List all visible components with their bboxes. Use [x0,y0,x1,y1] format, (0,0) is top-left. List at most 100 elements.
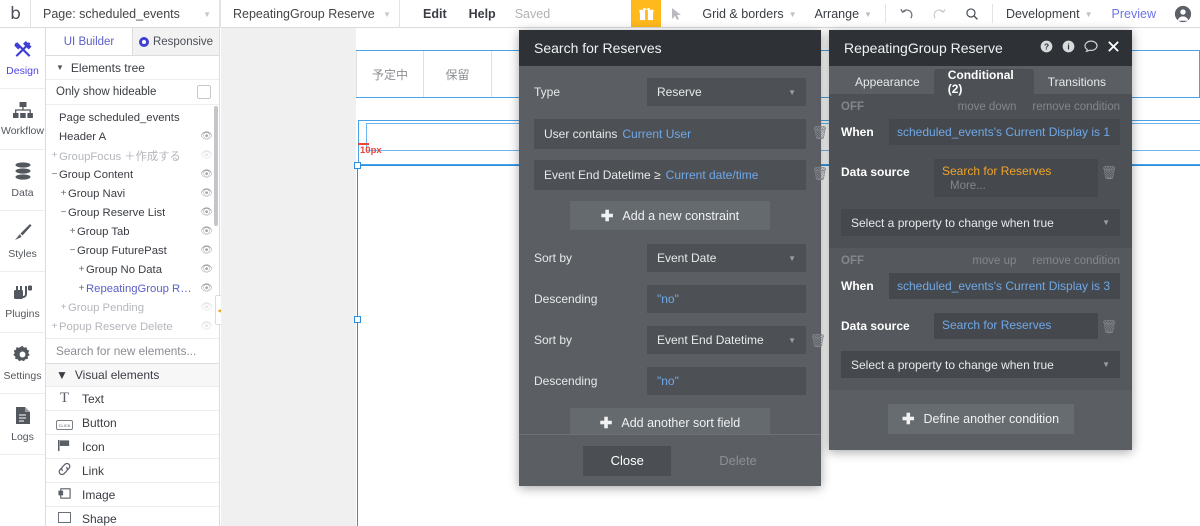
tab-transitions[interactable]: Transitions [1034,69,1120,94]
element-selector[interactable]: RepeatingGroup Reserve ▼ [220,0,400,28]
tab-responsive[interactable]: Responsive [132,28,219,55]
move-condition-link[interactable]: move down [958,101,1017,113]
tree-row[interactable]: + Group Tab 👁 [46,222,219,241]
descending-value[interactable]: "no" [647,285,806,313]
only-show-hideable-row[interactable]: Only show hideable [46,80,219,105]
user-avatar-icon[interactable] [1166,0,1200,27]
tree-row[interactable]: Header A 👁 [46,127,219,146]
eye-icon[interactable]: 👁 [195,188,213,199]
tab-conditional[interactable]: Conditional (2) [933,68,1034,96]
eye-icon[interactable]: 👁 [195,245,213,256]
canvas-tab-0[interactable]: 予定中 [356,51,424,97]
sidebar-item-design[interactable]: Design [0,28,45,89]
comment-icon[interactable] [1084,40,1098,56]
type-select[interactable]: Reserve ▼ [647,78,806,106]
menu-edit[interactable]: Edit [412,0,458,28]
define-another-condition-button[interactable]: ✚ Define another condition [887,404,1074,434]
eye-icon[interactable]: 👁 [195,207,213,218]
tree-row[interactable]: Page scheduled_events [46,108,219,127]
eye-icon[interactable]: 👁 [195,169,213,180]
tree-row[interactable]: − Group FuturePast 👁 [46,241,219,260]
gift-icon[interactable] [631,0,662,27]
tree-row[interactable]: + Group Navi 👁 [46,184,219,203]
redo-icon[interactable] [923,0,956,28]
property-select[interactable]: Select a property to change when true ▼ [841,209,1120,236]
when-value[interactable]: scheduled_events's Current Display is 3 [889,273,1120,299]
eye-icon[interactable]: 👁 [195,131,213,142]
grid-borders-menu[interactable]: Grid & borders ▼ [693,0,805,28]
sort-by-select[interactable]: Event Date ▼ [647,244,806,272]
condition-state[interactable]: OFF [841,101,864,113]
trash-icon[interactable]: 🗑 [1098,159,1120,181]
version-menu[interactable]: Development ▼ [997,0,1102,28]
trash-icon[interactable]: 🗑 [809,333,826,349]
data-source-value[interactable]: Search for Reserves [934,313,1098,339]
palette-item-icon[interactable]: Icon [46,435,219,459]
expand-icon[interactable]: + [50,150,59,161]
palette-item-shape[interactable]: Shape [46,507,219,526]
cursor-icon[interactable] [661,0,693,27]
sidebar-item-logs[interactable]: Logs [0,394,45,455]
tab-ui-builder[interactable]: UI Builder [46,28,132,55]
visual-elements-header[interactable]: ▼ Visual elements [46,364,219,387]
tree-row[interactable]: + Popup Reserve Delete 👁 [46,317,219,336]
eye-off-icon[interactable]: 👁 [195,302,213,313]
expand-icon[interactable]: + [68,226,77,237]
tree-row[interactable]: +RepeatingGroup Rese...👁 [46,279,219,298]
trash-icon[interactable]: 🗑 [811,125,828,141]
close-button[interactable]: Close [583,445,672,476]
tree-row[interactable]: + Group Pending 👁 [46,298,219,317]
condition-state[interactable]: OFF [841,255,864,267]
expand-icon[interactable]: + [59,302,68,313]
tree-row[interactable]: − Group Reserve List 👁 [46,203,219,222]
descending-value[interactable]: "no" [647,367,806,395]
bubble-logo[interactable]: b [0,0,30,27]
collapse-icon[interactable]: − [68,245,77,256]
eye-icon[interactable]: 👁 [195,283,213,294]
sidebar-item-data[interactable]: Data [0,150,45,211]
sidebar-item-settings[interactable]: Settings [0,333,45,394]
tree-row[interactable]: − Group Content 👁 [46,165,219,184]
add-sort-field-button[interactable]: ✚ Add another sort field [570,408,770,437]
sort-by-select[interactable]: Event End Datetime ▼ [647,326,806,354]
preview-button[interactable]: Preview [1102,0,1166,27]
data-source-value[interactable]: Search for Reserves More... [934,159,1098,197]
trash-icon[interactable]: 🗑 [1098,313,1120,335]
constraint-row[interactable]: User contains Current User 🗑 [534,119,828,149]
close-icon[interactable] [1107,40,1120,56]
collapse-icon[interactable]: − [59,207,68,218]
palette-item-text[interactable]: T Text [46,387,219,411]
expand-icon[interactable]: + [50,321,59,332]
info-icon[interactable]: i [1062,40,1075,56]
constraint-row[interactable]: Event End Datetime ≥ Current date/time 🗑 [534,160,828,190]
tree-row[interactable]: + GroupFocus ＋作成する 👁 [46,146,219,165]
elements-tree-header[interactable]: ▼ Elements tree [46,56,219,80]
remove-condition-link[interactable]: remove condition [1032,101,1120,113]
data-source-more[interactable]: More... [942,180,1090,192]
menu-help[interactable]: Help [458,0,507,28]
search-icon[interactable] [956,0,988,28]
eye-icon[interactable]: 👁 [195,226,213,237]
remove-condition-link[interactable]: remove condition [1032,255,1120,267]
eye-off-icon[interactable]: 👁 [195,321,213,332]
palette-item-image[interactable]: Image [46,483,219,507]
expand-icon[interactable]: + [59,188,68,199]
search-new-elements-input[interactable]: Search for new elements... [46,338,219,364]
only-show-hideable-checkbox[interactable] [197,85,211,99]
resize-handle-mid-left[interactable] [354,316,361,323]
property-select[interactable]: Select a property to change when true ▼ [841,351,1120,378]
page-selector[interactable]: Page: scheduled_events ▼ [30,0,220,28]
arrange-menu[interactable]: Arrange ▼ [806,0,881,28]
sidebar-item-styles[interactable]: Styles [0,211,45,272]
when-value[interactable]: scheduled_events's Current Display is 1 [889,119,1120,145]
sidebar-item-plugins[interactable]: Plugins [0,272,45,333]
expand-icon[interactable]: + [77,264,86,275]
expand-icon[interactable]: + [77,283,86,294]
eye-icon[interactable]: 👁 [195,264,213,275]
trash-icon[interactable]: 🗑 [811,166,828,182]
collapse-icon[interactable]: − [50,169,59,180]
palette-item-button[interactable]: CLICK Button [46,411,219,435]
canvas-tab-1[interactable]: 保留 [424,51,492,97]
resize-handle-top-left[interactable] [354,162,361,169]
tab-appearance[interactable]: Appearance [841,69,934,94]
